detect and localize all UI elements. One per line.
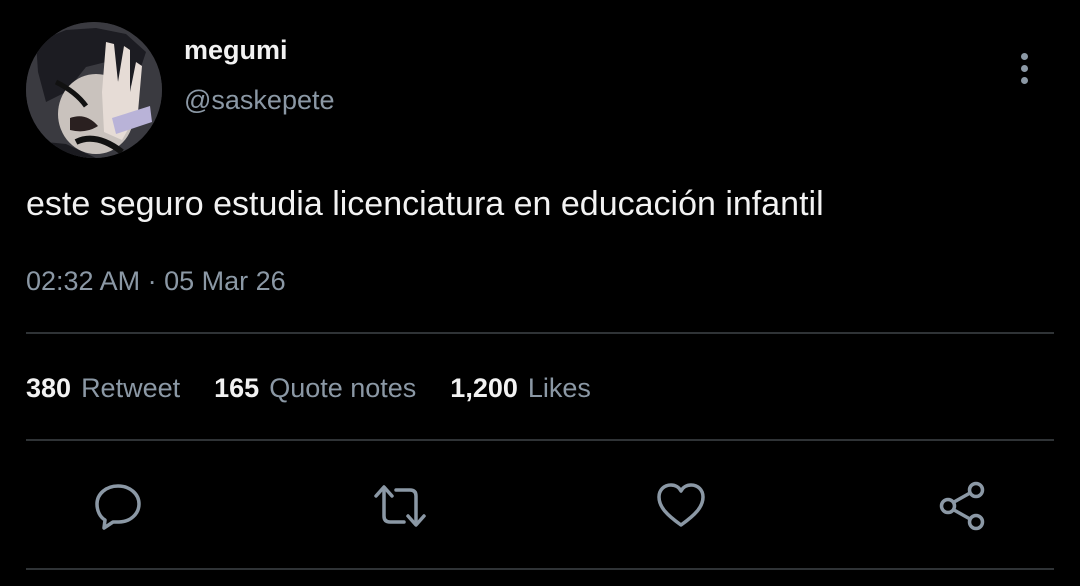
divider (26, 332, 1054, 334)
share-button[interactable] (934, 478, 990, 534)
more-options-dot (1020, 76, 1028, 84)
reply-button[interactable] (90, 478, 146, 534)
retweet-count: 380 (26, 373, 72, 403)
more-options-dot (1020, 64, 1028, 72)
user-handle[interactable]: @saskepete (184, 84, 335, 116)
timestamp: 02:32 AM · 05 Mar 26 (26, 264, 286, 298)
retweet-label: Retweet (81, 373, 181, 403)
retweet-button[interactable] (372, 478, 428, 534)
quote-label: Quote notes (269, 373, 417, 403)
timestamp-separator: · (147, 266, 157, 296)
quote-count: 165 (214, 373, 260, 403)
likes-count: 1,200 (450, 373, 518, 403)
more-options-button[interactable] (1008, 48, 1040, 88)
avatar-image (26, 22, 162, 158)
tweet-date: 05 Mar 26 (164, 266, 286, 296)
likes-stat[interactable]: 1,200 Likes (450, 370, 591, 406)
like-button[interactable] (653, 478, 709, 534)
heart-icon (657, 483, 705, 527)
quote-stat[interactable]: 165 Quote notes (214, 370, 416, 406)
more-options-icon (1020, 52, 1028, 60)
retweet-stat[interactable]: 380 Retweet (26, 370, 180, 406)
retweet-icon (374, 485, 426, 527)
divider (26, 568, 1054, 570)
display-name[interactable]: megumi (184, 34, 288, 66)
tweet-text: este seguro estudia licenciatura en educ… (26, 185, 824, 223)
engagement-stats: 380 Retweet 165 Quote notes 1,200 Likes (26, 370, 591, 406)
divider (26, 439, 1054, 441)
avatar[interactable] (26, 22, 162, 158)
comment-icon (95, 484, 141, 530)
likes-label: Likes (527, 373, 591, 403)
share-icon (939, 481, 985, 531)
tweet-time: 02:32 AM (26, 266, 141, 296)
